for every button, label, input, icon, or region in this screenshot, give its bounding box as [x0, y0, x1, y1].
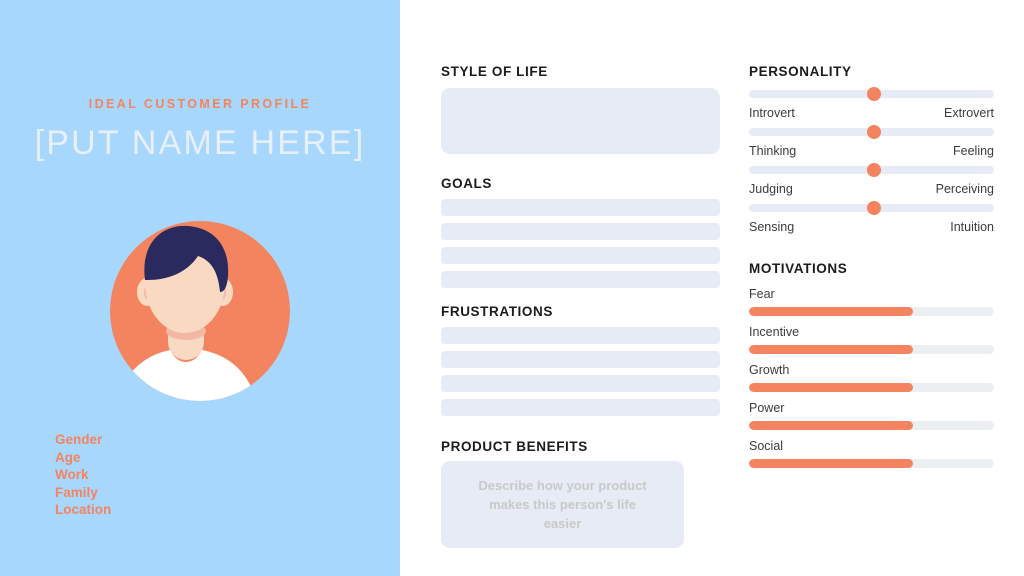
motivation-fear[interactable]: Fear [749, 287, 994, 316]
motivation-bar-track[interactable] [749, 345, 994, 354]
goals-input-1[interactable] [441, 199, 720, 216]
profile-field-location[interactable]: Location [55, 501, 111, 519]
slider-label-right: Perceiving [935, 182, 994, 196]
style-of-life-input[interactable] [441, 88, 720, 154]
goals-input-4[interactable] [441, 271, 720, 288]
customer-profile-template: IDEAL CUSTOMER PROFILE [PUT NAME HERE] G… [0, 0, 1024, 576]
motivation-bar-track[interactable] [749, 307, 994, 316]
frustrations-input-2[interactable] [441, 351, 720, 368]
slider-label-right: Extrovert [943, 106, 994, 120]
middle-column: STYLE OF LIFE GOALS FRUSTRATIONS PRODUCT… [441, 0, 723, 576]
motivations-heading: MOTIVATIONS [749, 261, 848, 276]
motivation-label: Social [749, 439, 784, 453]
frustrations-input-3[interactable] [441, 375, 720, 392]
slider-label-left: Judging [749, 182, 793, 196]
style-of-life-heading: STYLE OF LIFE [441, 64, 548, 79]
frustrations-input-4[interactable] [441, 399, 720, 416]
goals-input-3[interactable] [441, 247, 720, 264]
personality-slider-judging-perceiving[interactable]: Judging Perceiving [749, 163, 994, 196]
personality-slider-sensing-intuition[interactable]: Sensing Intuition [749, 201, 994, 234]
personality-slider-thinking-feeling[interactable]: Thinking Feeling [749, 125, 994, 158]
motivation-bar-track[interactable] [749, 459, 994, 468]
product-benefits-heading: PRODUCT BENEFITS [441, 439, 588, 454]
profile-field-work[interactable]: Work [55, 466, 111, 484]
profile-field-family[interactable]: Family [55, 484, 111, 502]
frustrations-input-1[interactable] [441, 327, 720, 344]
personality-slider-introvert-extrovert[interactable]: Introvert Extrovert [749, 87, 994, 120]
slider-label-right: Feeling [953, 144, 994, 158]
slider-thumb[interactable] [866, 125, 881, 139]
motivation-bar-fill [749, 345, 914, 354]
motivation-growth[interactable]: Growth [749, 363, 994, 392]
goals-input-2[interactable] [441, 223, 720, 240]
profile-field-age[interactable]: Age [55, 449, 111, 467]
motivation-bar-track[interactable] [749, 383, 994, 392]
goals-list [441, 199, 720, 288]
kicker-label: IDEAL CUSTOMER PROFILE [88, 97, 312, 111]
motivation-label: Growth [749, 363, 790, 377]
slider-label-left: Thinking [749, 144, 797, 158]
personality-heading: PERSONALITY [749, 64, 852, 79]
profile-field-gender[interactable]: Gender [55, 431, 111, 449]
frustrations-heading: FRUSTRATIONS [441, 304, 553, 319]
slider-label-left: Introvert [749, 106, 795, 120]
motivation-bar-fill [749, 383, 914, 392]
motivation-bar-fill [749, 459, 914, 468]
slider-thumb[interactable] [866, 163, 881, 177]
motivation-incentive[interactable]: Incentive [749, 325, 994, 354]
motivation-power[interactable]: Power [749, 401, 994, 430]
motivation-bar-fill [749, 421, 914, 430]
motivation-bar-track[interactable] [749, 421, 994, 430]
product-benefits-input[interactable]: Describe how your product makes this per… [441, 461, 684, 548]
frustrations-list [441, 327, 720, 416]
slider-thumb[interactable] [866, 87, 881, 101]
motivation-label: Power [749, 401, 785, 415]
motivation-label: Fear [749, 287, 775, 301]
profile-fields-list: Gender Age Work Family Location [55, 431, 111, 519]
product-benefits-placeholder: Describe how your product makes this per… [478, 478, 647, 531]
right-column: PERSONALITY Introvert Extrovert Thinking… [749, 0, 994, 576]
persona-name-field[interactable]: [PUT NAME HERE] [0, 124, 400, 163]
avatar [110, 200, 290, 422]
slider-thumb[interactable] [866, 201, 881, 215]
profile-sidebar: IDEAL CUSTOMER PROFILE [PUT NAME HERE] G… [0, 0, 400, 576]
motivation-label: Incentive [749, 325, 800, 339]
motivation-social[interactable]: Social [749, 439, 994, 468]
slider-label-right: Intuition [950, 220, 994, 234]
slider-label-left: Sensing [749, 220, 795, 234]
goals-heading: GOALS [441, 176, 493, 191]
motivation-bar-fill [749, 307, 914, 316]
